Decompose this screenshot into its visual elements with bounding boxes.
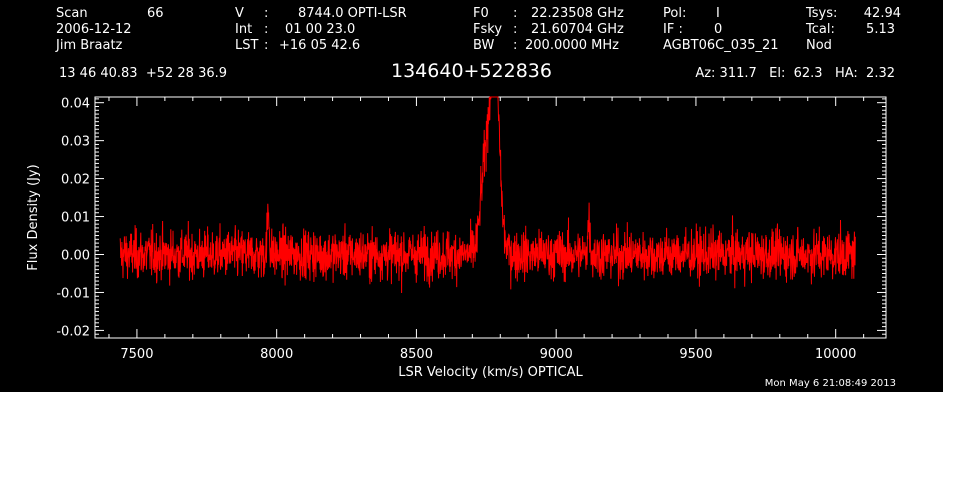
spectrum-chart: 7500 8000 8500 9000 9500 10000 -0.02 -0.01 0.00 0…	[26, 96, 887, 380]
spectrum-line	[119, 96, 856, 294]
y-tick-label: 0.04	[61, 97, 90, 112]
x-axis-label: LSR Velocity (km/s) OPTICAL	[398, 365, 583, 380]
y-tick-label: -0.01	[56, 286, 90, 301]
x-tick-label: 9500	[679, 347, 712, 362]
x-tick-label: 9000	[540, 347, 573, 362]
x-tick-label: 7500	[120, 347, 153, 362]
x-tick-label: 8500	[400, 347, 433, 362]
y-tick-label: 0.03	[61, 135, 90, 150]
y-tick-label: 0.01	[61, 211, 90, 226]
y-tick-label: 0.02	[61, 173, 90, 188]
y-axis-label: Flux Density (Jy)	[26, 164, 41, 270]
y-tick-label: 0.00	[61, 249, 90, 264]
plot-frame	[94, 96, 887, 339]
x-tick-label: 10000	[815, 347, 856, 362]
x-tick-label: 8000	[260, 347, 293, 362]
y-tick-label: -0.02	[56, 324, 90, 339]
